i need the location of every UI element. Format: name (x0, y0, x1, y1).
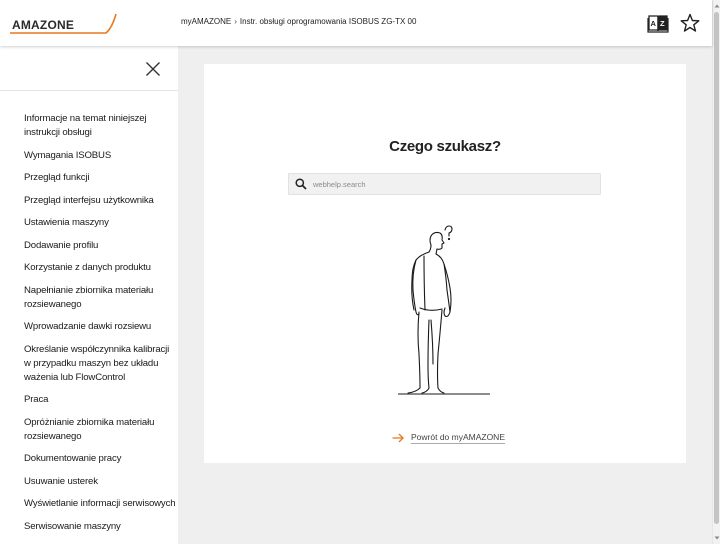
sidebar-item[interactable]: Ustawienia maszyny (24, 216, 176, 230)
favorite-star-icon[interactable] (679, 12, 701, 34)
sidebar-item[interactable]: Opróżnianie zbiornika materiału rozsiewa… (24, 416, 176, 444)
search-box[interactable] (288, 173, 601, 195)
language-switch-icon[interactable]: A Z (647, 12, 669, 34)
breadcrumb: myAMAZONE › Instr. obsługi oprogramowania … (181, 17, 416, 26)
sidebar-item[interactable]: Usuwanie usterek (24, 475, 176, 489)
sidebar-item[interactable]: Serwisowanie maszyny (24, 520, 176, 534)
sidebar-item[interactable]: Dokumentowanie pracy (24, 452, 176, 466)
thinking-person-illustration (398, 225, 490, 395)
sidebar-item[interactable]: Wyświetlanie informacji serwisowych (24, 497, 176, 511)
sidebar-item[interactable]: Wprowadzanie dawki rozsiewu (24, 320, 176, 334)
sidebar-item[interactable]: Korzystanie z danych produktu (24, 261, 176, 275)
search-icon (295, 178, 307, 190)
search-card: Czego szukasz? webhelp.search Powrót do … (204, 64, 686, 463)
scroll-down-arrow-icon[interactable] (714, 535, 720, 541)
sidebar-item[interactable]: Wymagania ISOBUS (24, 149, 176, 163)
sidebar-item[interactable]: Przegląd funkcji (24, 171, 176, 185)
sidebar-item[interactable]: Informacje na temat niniejszej instrukcj… (24, 112, 176, 140)
sidebar-item[interactable]: Napełnianie zbiornika materiału rozsiewa… (24, 284, 176, 312)
svg-text:Z: Z (660, 19, 665, 28)
sidebar-top-bar (0, 46, 178, 91)
sidebar-item[interactable]: Określanie współczynnika kalibracji w pr… (24, 343, 176, 385)
toc-nav: Informacje na temat niniejszej instrukcj… (24, 112, 176, 542)
close-icon[interactable] (145, 61, 161, 77)
amazone-logo[interactable]: AMAZONE (10, 12, 118, 36)
page-scrollbar[interactable] (712, 0, 720, 544)
svg-text:AMAZONE: AMAZONE (12, 18, 74, 32)
sidebar-item[interactable]: Praca (24, 393, 176, 407)
sidebar-item[interactable]: Dodawanie profilu (24, 239, 176, 253)
svg-text:A: A (651, 19, 657, 28)
scroll-up-arrow-icon[interactable] (714, 3, 720, 9)
sidebar-item[interactable]: Przegląd interfejsu użytkownika (24, 194, 176, 208)
breadcrumb-current: Instr. obsługi oprogramowania ISOBUS ZG-… (239, 17, 417, 26)
sidebar: Informacje na temat niniejszej instrukcj… (0, 46, 178, 544)
page-title: Czego szukasz? (389, 138, 501, 155)
breadcrumb-root-link[interactable]: myAMAZONE (181, 17, 231, 26)
breadcrumb-separator: › (234, 17, 237, 26)
scrollbar-thumb[interactable] (714, 12, 719, 524)
back-link-label: Powrót do myAMAZONE (411, 432, 505, 444)
arrow-right-icon (392, 433, 404, 443)
search-input[interactable] (313, 176, 593, 193)
top-header: AMAZONE myAMAZONE › Instr. obsługi oprogra… (0, 0, 712, 46)
